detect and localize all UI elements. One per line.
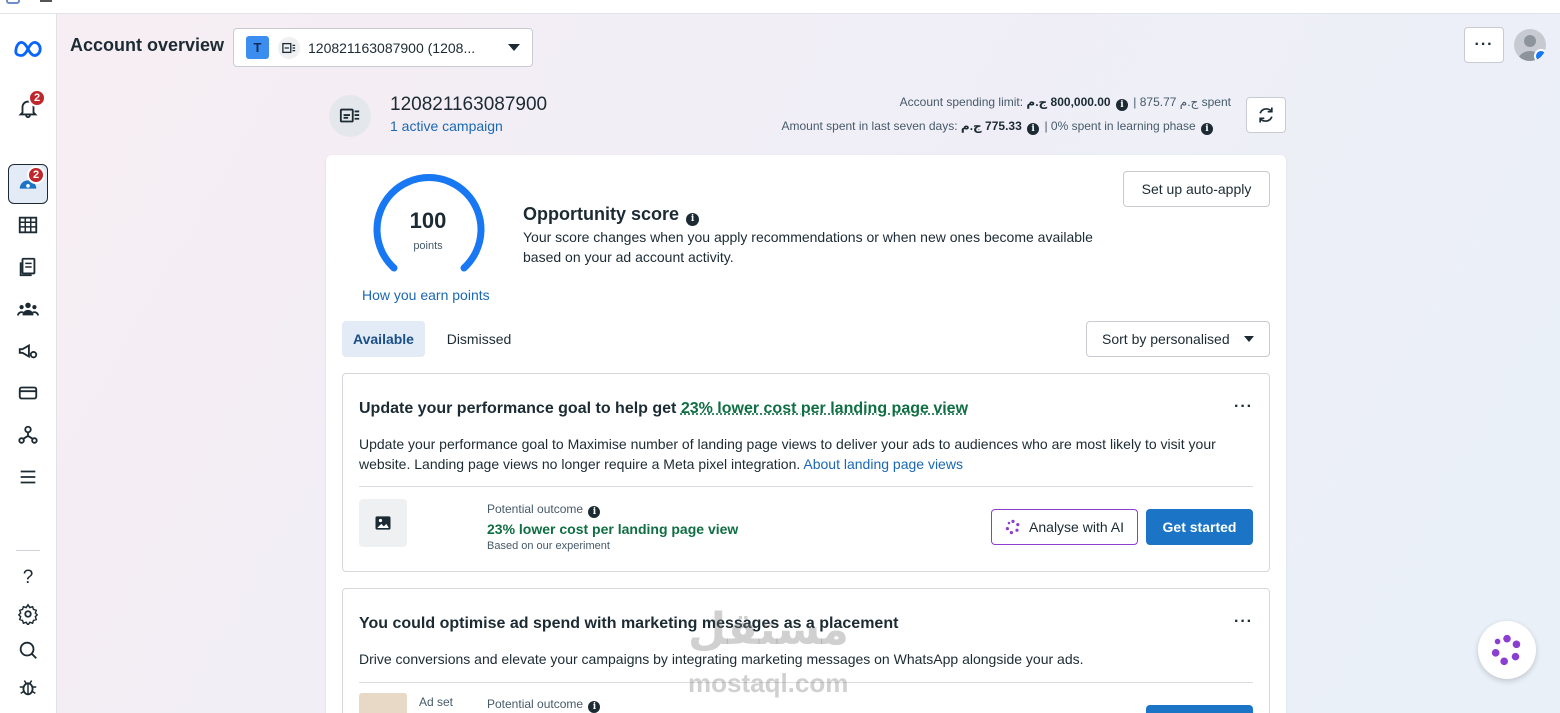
account-id: 120821163087900	[390, 94, 548, 115]
recommendation-description: Drive conversions and elevate your campa…	[359, 651, 1084, 667]
recommendation-title-prefix: Update your performance goal to help get	[359, 400, 681, 417]
recommendation-title: You could optimise ad spend with marketi…	[359, 615, 899, 632]
sort-label: Sort by personalised	[1102, 331, 1230, 347]
account-selector-text: 120821163087900 (1208...	[308, 39, 476, 56]
how-you-earn-points-link[interactable]: How you earn points	[362, 287, 490, 303]
learning-phase-text: | 0% spent in learning phase	[1044, 119, 1196, 133]
recommendation-more-button[interactable]: ···	[1234, 398, 1253, 416]
score-value: 100	[409, 208, 447, 233]
active-campaigns-link[interactable]: 1 active campaign	[390, 118, 503, 134]
opportunity-score-title: Opportunity score i	[523, 204, 701, 226]
recommendation-title-highlight: 23% lower cost per landing page view	[680, 400, 969, 417]
profile-avatar[interactable]	[1514, 29, 1546, 61]
sort-dropdown[interactable]: Sort by personalised	[1086, 321, 1270, 357]
recommendation-title: Update your performance goal to help get…	[359, 400, 968, 418]
facebook-badge-icon	[1534, 49, 1546, 61]
opportunity-score-card: 100 points How you earn points Opportuni…	[326, 155, 1286, 713]
ad-account-icon	[278, 36, 300, 59]
more-options-button[interactable]: ···	[1464, 27, 1504, 63]
tab-dismissed[interactable]: Dismissed	[434, 321, 524, 357]
potential-outcome-label: Potential outcome i	[487, 697, 602, 713]
info-icon[interactable]: i	[686, 213, 700, 226]
image-placeholder-icon	[359, 499, 407, 547]
potential-outcome-label: Potential outcome i	[487, 502, 602, 518]
ad-set-thumbnail	[359, 693, 407, 713]
recommendation-card: Update your performance goal to help get…	[342, 373, 1270, 572]
refresh-button[interactable]	[1246, 97, 1286, 133]
tab-available[interactable]: Available	[342, 321, 425, 357]
info-icon[interactable]: i	[588, 701, 601, 713]
analyse-with-ai-button[interactable]: Analyse with AI	[991, 509, 1138, 545]
help-icon[interactable]: ?	[8, 558, 48, 598]
ad-account-large-icon	[329, 95, 371, 137]
potential-outcome-text: Potential outcome	[487, 697, 584, 711]
spending-limit-line: Account spending limit: 800,000.00 ج.م i…	[900, 95, 1231, 111]
opportunity-score-heading: Opportunity score	[523, 204, 680, 224]
watermark-latin: mostaql.com	[688, 668, 849, 698]
spending-limit-value: 800,000.00 ج.م	[1026, 95, 1111, 109]
settings-gear-icon[interactable]	[8, 594, 48, 634]
set-up-auto-apply-button[interactable]: Set up auto-apply	[1123, 171, 1270, 207]
billing-card-icon[interactable]	[8, 373, 48, 413]
network-icon[interactable]	[8, 415, 48, 455]
account-initial-avatar: T	[246, 36, 269, 59]
page-title: Account overview	[70, 35, 225, 55]
recommendation-more-button[interactable]: ···	[1234, 613, 1253, 631]
browser-top-strip	[0, 0, 1560, 14]
seven-days-value: 775.33 ج.م	[960, 119, 1022, 133]
score-unit: points	[413, 240, 443, 252]
bug-report-icon[interactable]	[8, 667, 48, 707]
sidebar-divider	[16, 550, 40, 551]
info-icon[interactable]: i	[588, 506, 601, 518]
spending-limit-label: Account spending limit:	[899, 95, 1024, 109]
info-icon[interactable]: i	[1115, 99, 1128, 111]
table-icon[interactable]	[8, 205, 48, 245]
potential-outcome-value: 23% lower cost per landing page view	[487, 521, 739, 537]
ai-assistant-button[interactable]	[1478, 621, 1536, 679]
sidebar-item-opportunity-score[interactable]: 2	[8, 164, 48, 204]
seven-day-spend-line: Amount spent in last seven days: 775.33 …	[781, 119, 1215, 135]
documents-icon[interactable]	[8, 247, 48, 287]
chevron-down-icon	[508, 44, 520, 51]
divider	[359, 486, 1253, 487]
refresh-icon	[1259, 107, 1273, 123]
info-icon[interactable]: i	[1201, 123, 1213, 135]
meta-logo-icon[interactable]	[8, 28, 48, 68]
ads-manager-megaphone-icon[interactable]	[8, 331, 48, 371]
notifications-badge: 2	[28, 89, 46, 107]
all-tools-menu-icon[interactable]	[8, 457, 48, 497]
potential-outcome-note: Based on our experiment	[487, 540, 610, 552]
recommendation-description: Update your performance goal to Maximise…	[359, 434, 1249, 474]
window-icon	[6, 0, 20, 4]
ai-sparkle-icon	[1491, 634, 1521, 666]
search-icon[interactable]	[8, 630, 48, 670]
ai-sparkle-icon	[1005, 519, 1020, 535]
opportunity-score-description: Your score changes when you apply recomm…	[523, 229, 1093, 265]
potential-outcome-text: Potential outcome	[487, 502, 584, 516]
opportunity-badge: 2	[27, 166, 45, 184]
chevron-down-icon	[1244, 336, 1254, 342]
spent-text: | ج.م 875.77 spent	[1133, 95, 1231, 109]
info-icon[interactable]: i	[1027, 123, 1040, 135]
account-selector-dropdown[interactable]: T 120821163087900 (1208...	[233, 28, 533, 67]
tab-icon	[40, 0, 52, 2]
sidebar: 2 2 ?	[0, 14, 57, 713]
help-glyph: ?	[22, 567, 34, 588]
ad-set-label: Ad set	[419, 695, 454, 709]
about-landing-page-views-link[interactable]: About landing page views	[803, 456, 963, 472]
notifications-bell-icon[interactable]: 2	[8, 88, 48, 128]
audience-icon[interactable]	[8, 289, 48, 329]
recommendation-cta-button[interactable]	[1146, 705, 1253, 713]
recommendation-description-text: Update your performance goal to Maximise…	[359, 436, 1216, 472]
seven-days-label: Amount spent in last seven days:	[781, 119, 958, 133]
analyse-with-ai-label: Analyse with AI	[1029, 519, 1124, 535]
get-started-button[interactable]: Get started	[1146, 509, 1253, 545]
